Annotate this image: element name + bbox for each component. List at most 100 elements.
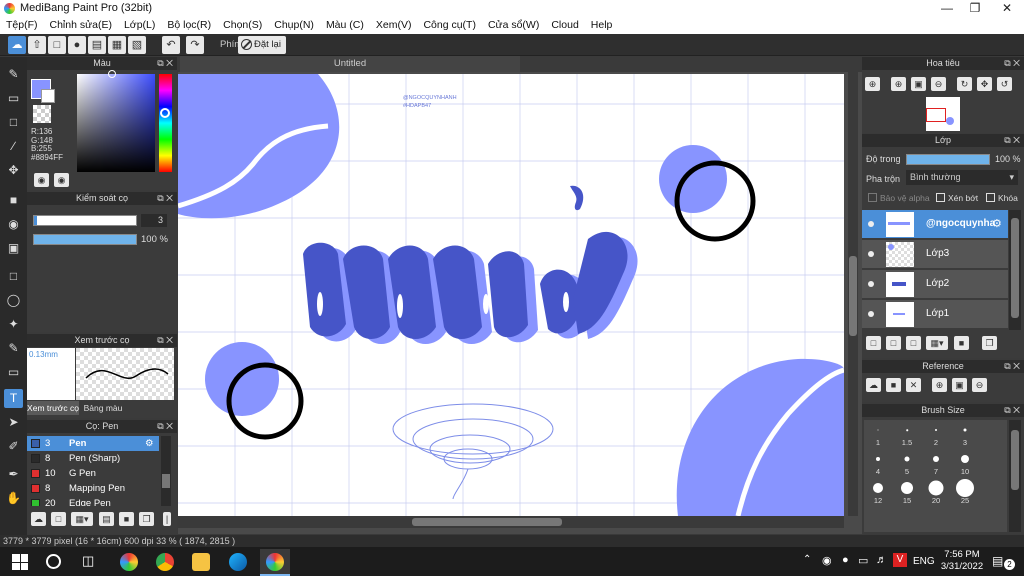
- notification-icon[interactable]: ▤: [992, 554, 1003, 568]
- menu-file[interactable]: Tệp(F): [0, 17, 44, 34]
- operation-tool-icon[interactable]: ➤: [4, 413, 23, 432]
- hue-slider[interactable]: [159, 74, 172, 172]
- fill-rect-tool-icon[interactable]: ■: [4, 191, 23, 210]
- panel-close-icon[interactable]: ⧉ ✕: [1004, 57, 1020, 70]
- folder-icon[interactable]: ■: [954, 336, 969, 350]
- fit-icon[interactable]: ▣: [952, 378, 967, 392]
- menu-select[interactable]: Chọn(S): [217, 17, 268, 34]
- menu-edit[interactable]: Chỉnh sửa(E): [44, 17, 118, 34]
- menu-view[interactable]: Xem(V): [370, 17, 418, 34]
- gear-icon[interactable]: ⚙: [992, 217, 1002, 230]
- brush-size-cell[interactable]: 10: [951, 449, 979, 477]
- app-paint-icon[interactable]: [120, 553, 138, 571]
- gradient-tool-icon[interactable]: ▣: [4, 239, 23, 258]
- brush-settings-icon[interactable]: ▤: [99, 512, 114, 526]
- close-reference-icon[interactable]: ✕: [906, 378, 921, 392]
- rotate-ccw-icon[interactable]: ↺: [997, 77, 1012, 91]
- edge-icon[interactable]: [229, 553, 247, 571]
- folder-icon[interactable]: ■: [119, 512, 134, 526]
- search-icon[interactable]: [46, 554, 61, 569]
- windows-start-icon[interactable]: [12, 554, 28, 570]
- menu-capture[interactable]: Chụp(N): [268, 17, 320, 34]
- redo-icon[interactable]: ↷: [186, 36, 204, 54]
- navigator-thumbnail[interactable]: [926, 97, 960, 131]
- brush-size-cell[interactable]: 1.5: [893, 420, 921, 448]
- tile-icon[interactable]: ▧: [128, 36, 146, 54]
- menu-window[interactable]: Cửa sổ(W): [482, 17, 545, 34]
- text-tool-icon[interactable]: T: [4, 389, 23, 408]
- panel-close-icon[interactable]: ⧉ ✕: [157, 334, 173, 347]
- active-app-medibang[interactable]: [260, 549, 290, 576]
- panel-close-icon[interactable]: ⧉ ✕: [157, 57, 173, 70]
- rotate-icon[interactable]: ↻: [957, 77, 972, 91]
- new-brush-icon[interactable]: □: [51, 512, 66, 526]
- speaker-icon[interactable]: ♬: [876, 554, 887, 566]
- magic-wand-tool-icon[interactable]: ✦: [4, 315, 23, 334]
- canvas-vertical-scrollbar[interactable]: [848, 72, 858, 516]
- select-tool-icon[interactable]: □: [4, 267, 23, 286]
- pen-tool-icon[interactable]: ✒: [4, 465, 23, 484]
- grid-icon[interactable]: ▦: [108, 36, 126, 54]
- layer-row-watermark[interactable]: @ngocquynha ⚙: [862, 210, 1008, 239]
- cloud-icon[interactable]: ☁: [8, 36, 26, 54]
- visibility-icon[interactable]: [868, 281, 874, 287]
- layer-opacity-slider[interactable]: [906, 154, 990, 165]
- brush-size-cell[interactable]: 15: [893, 478, 921, 506]
- eraser-tool-icon[interactable]: ▭: [4, 89, 23, 108]
- add-layer-dropdown-icon[interactable]: ▦▾: [926, 336, 948, 350]
- select-pen-tool-icon[interactable]: ✎: [4, 339, 23, 358]
- zoom-out-icon[interactable]: ⊕: [891, 77, 906, 91]
- panel-close-icon[interactable]: ⧉ ✕: [157, 192, 173, 205]
- clipping-checkbox[interactable]: [936, 193, 945, 202]
- clock[interactable]: 7:56 PM 3/31/2022: [940, 549, 984, 573]
- new-8bit-layer-icon[interactable]: □: [906, 336, 921, 350]
- tab-brush-preview[interactable]: Xem trước cọ: [27, 401, 79, 415]
- brush-item-g-pen[interactable]: 10 G Pen: [27, 466, 159, 481]
- brush-item-edge-pen[interactable]: 20 Edge Pen: [27, 496, 159, 506]
- move-tool-icon[interactable]: ✥: [4, 161, 23, 180]
- new-halftone-layer-icon[interactable]: □: [886, 336, 901, 350]
- select-eraser-tool-icon[interactable]: ▭: [4, 363, 23, 382]
- gear-icon[interactable]: ⚙: [145, 436, 154, 451]
- open-folder-icon[interactable]: ■: [886, 378, 901, 392]
- zoom-minus-icon[interactable]: ⊖: [931, 77, 946, 91]
- canvas-horizontal-scrollbar[interactable]: [178, 516, 844, 528]
- layer-list-scrollbar[interactable]: [1009, 210, 1021, 330]
- rect-tool-icon[interactable]: □: [4, 113, 23, 132]
- undo-icon[interactable]: ↶: [162, 36, 180, 54]
- palette-add-icon[interactable]: ◉: [54, 173, 69, 187]
- reset-button[interactable]: Đặt lại: [238, 36, 286, 54]
- brush-item-pen-sharp[interactable]: 8 Pen (Sharp): [27, 451, 159, 466]
- hand-tool-icon[interactable]: ✋: [4, 489, 23, 508]
- menu-cloud[interactable]: Cloud: [545, 17, 584, 34]
- transparent-swatch[interactable]: [33, 105, 51, 123]
- comment-icon[interactable]: □: [48, 36, 66, 54]
- saturation-value-picker[interactable]: [77, 70, 155, 172]
- document-icon[interactable]: ▤: [88, 36, 106, 54]
- close-button[interactable]: ✕: [992, 0, 1022, 17]
- brush-size-slider[interactable]: [33, 215, 137, 226]
- panel-close-icon[interactable]: ⧉ ✕: [1004, 134, 1020, 147]
- brush-list-scrollbar[interactable]: [161, 436, 171, 506]
- tray-chevron-icon[interactable]: ⌃: [803, 554, 811, 565]
- brush-opacity-slider[interactable]: [33, 234, 137, 245]
- zoom-out-icon[interactable]: ⊖: [972, 378, 987, 392]
- cloud-download-icon[interactable]: ☁: [31, 512, 46, 526]
- protect-alpha-checkbox[interactable]: [868, 193, 877, 202]
- brush-size-scrollbar[interactable]: [1009, 420, 1021, 532]
- brush-tool-icon[interactable]: ✎: [4, 65, 23, 84]
- file-explorer-icon[interactable]: [192, 553, 210, 571]
- layer-row-1[interactable]: Lớp1: [862, 300, 1008, 329]
- palette-icon[interactable]: ◉: [34, 173, 49, 187]
- brush-size-cell[interactable]: 20: [922, 478, 950, 506]
- menu-layer[interactable]: Lớp(L): [118, 17, 161, 34]
- minimize-button[interactable]: —: [932, 0, 962, 17]
- visibility-icon[interactable]: [868, 311, 874, 317]
- tab-untitled[interactable]: Untitled: [180, 56, 520, 72]
- reset-view-icon[interactable]: ✥: [977, 77, 992, 91]
- brush-size-cell[interactable]: 1: [864, 420, 892, 448]
- maximize-button[interactable]: ❐: [960, 0, 990, 17]
- duplicate-layer-icon[interactable]: ❐: [982, 336, 997, 350]
- menu-color[interactable]: Màu (C): [320, 17, 370, 34]
- brush-item-mapping-pen[interactable]: 8 Mapping Pen: [27, 481, 159, 496]
